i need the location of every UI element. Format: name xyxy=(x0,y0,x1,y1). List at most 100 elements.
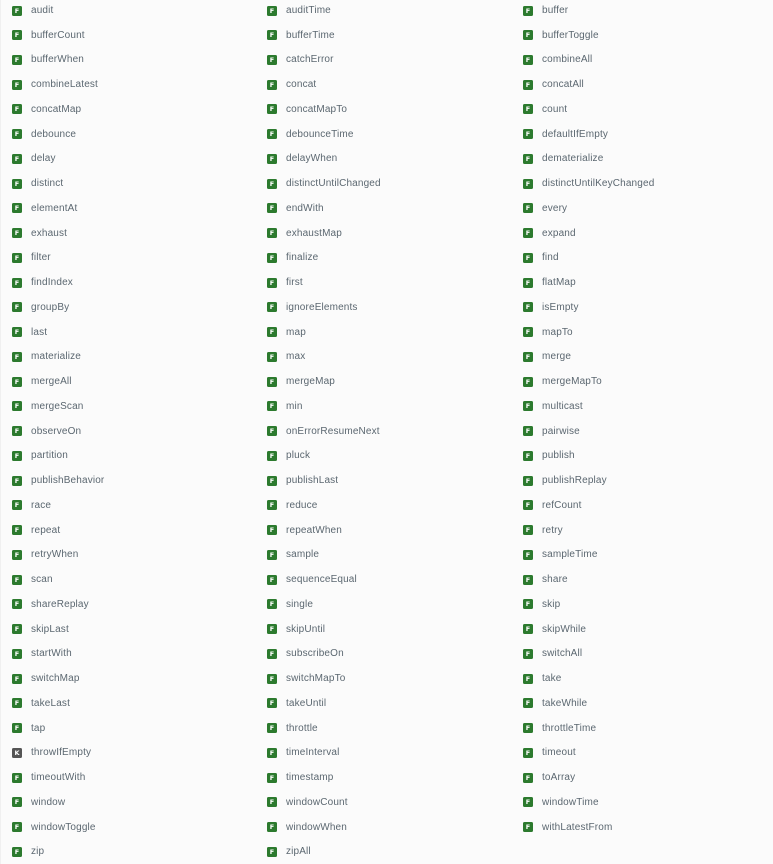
api-item-bufferToggle[interactable]: FbufferToggle xyxy=(512,23,767,48)
api-item-switchMap[interactable]: FswitchMap xyxy=(1,666,256,691)
api-item-windowCount[interactable]: FwindowCount xyxy=(256,790,511,815)
api-item-distinctUntilChanged[interactable]: FdistinctUntilChanged xyxy=(256,171,511,196)
api-item-delayWhen[interactable]: FdelayWhen xyxy=(256,147,511,172)
api-item-buffer[interactable]: Fbuffer xyxy=(512,0,767,23)
api-item-retryWhen[interactable]: FretryWhen xyxy=(1,543,256,568)
api-item-bufferWhen[interactable]: FbufferWhen xyxy=(1,48,256,73)
api-item-flatMap[interactable]: FflatMap xyxy=(512,270,767,295)
api-item-tap[interactable]: Ftap xyxy=(1,716,256,741)
api-item-finalize[interactable]: Ffinalize xyxy=(256,246,511,271)
api-item-distinctUntilKeyChanged[interactable]: FdistinctUntilKeyChanged xyxy=(512,171,767,196)
api-item-expand[interactable]: Fexpand xyxy=(512,221,767,246)
api-item-defaultIfEmpty[interactable]: FdefaultIfEmpty xyxy=(512,122,767,147)
api-item-distinct[interactable]: Fdistinct xyxy=(1,171,256,196)
api-item-publishReplay[interactable]: FpublishReplay xyxy=(512,468,767,493)
api-item-skipLast[interactable]: FskipLast xyxy=(1,617,256,642)
api-item-combineLatest[interactable]: FcombineLatest xyxy=(1,72,256,97)
api-item-dematerialize[interactable]: Fdematerialize xyxy=(512,147,767,172)
api-item-share[interactable]: Fshare xyxy=(512,567,767,592)
api-item-takeWhile[interactable]: FtakeWhile xyxy=(512,691,767,716)
api-item-mergeMap[interactable]: FmergeMap xyxy=(256,369,511,394)
api-item-windowToggle[interactable]: FwindowToggle xyxy=(1,815,256,840)
api-item-every[interactable]: Fevery xyxy=(512,196,767,221)
api-item-reduce[interactable]: Freduce xyxy=(256,493,511,518)
api-item-merge[interactable]: Fmerge xyxy=(512,345,767,370)
api-item-mergeScan[interactable]: FmergeScan xyxy=(1,394,256,419)
api-item-materialize[interactable]: Fmaterialize xyxy=(1,345,256,370)
api-item-isEmpty[interactable]: FisEmpty xyxy=(512,295,767,320)
api-item-multicast[interactable]: Fmulticast xyxy=(512,394,767,419)
api-item-exhaust[interactable]: Fexhaust xyxy=(1,221,256,246)
api-item-mapTo[interactable]: FmapTo xyxy=(512,320,767,345)
api-item-debounceTime[interactable]: FdebounceTime xyxy=(256,122,511,147)
api-item-zipAll[interactable]: FzipAll xyxy=(256,840,511,864)
api-item-switchAll[interactable]: FswitchAll xyxy=(512,642,767,667)
api-item-take[interactable]: Ftake xyxy=(512,666,767,691)
api-item-timestamp[interactable]: Ftimestamp xyxy=(256,765,511,790)
api-item-mergeAll[interactable]: FmergeAll xyxy=(1,369,256,394)
api-item-concatAll[interactable]: FconcatAll xyxy=(512,72,767,97)
api-item-sequenceEqual[interactable]: FsequenceEqual xyxy=(256,567,511,592)
api-item-map[interactable]: Fmap xyxy=(256,320,511,345)
api-item-refCount[interactable]: FrefCount xyxy=(512,493,767,518)
api-item-bufferCount[interactable]: FbufferCount xyxy=(1,23,256,48)
api-item-takeLast[interactable]: FtakeLast xyxy=(1,691,256,716)
api-item-onErrorResumeNext[interactable]: FonErrorResumeNext xyxy=(256,419,511,444)
api-item-startWith[interactable]: FstartWith xyxy=(1,642,256,667)
api-item-max[interactable]: Fmax xyxy=(256,345,511,370)
api-item-repeat[interactable]: Frepeat xyxy=(1,518,256,543)
api-item-retry[interactable]: Fretry xyxy=(512,518,767,543)
api-item-pairwise[interactable]: Fpairwise xyxy=(512,419,767,444)
api-item-catchError[interactable]: FcatchError xyxy=(256,48,511,73)
api-item-concatMap[interactable]: FconcatMap xyxy=(1,97,256,122)
api-item-endWith[interactable]: FendWith xyxy=(256,196,511,221)
api-item-audit[interactable]: Faudit xyxy=(1,0,256,23)
api-item-timeInterval[interactable]: FtimeInterval xyxy=(256,741,511,766)
api-item-exhaustMap[interactable]: FexhaustMap xyxy=(256,221,511,246)
api-item-publish[interactable]: Fpublish xyxy=(512,444,767,469)
api-item-sampleTime[interactable]: FsampleTime xyxy=(512,543,767,568)
api-item-skipWhile[interactable]: FskipWhile xyxy=(512,617,767,642)
api-item-ignoreElements[interactable]: FignoreElements xyxy=(256,295,511,320)
api-item-auditTime[interactable]: FauditTime xyxy=(256,0,511,23)
api-item-sample[interactable]: Fsample xyxy=(256,543,511,568)
api-item-concatMapTo[interactable]: FconcatMapTo xyxy=(256,97,511,122)
api-item-windowTime[interactable]: FwindowTime xyxy=(512,790,767,815)
api-item-elementAt[interactable]: FelementAt xyxy=(1,196,256,221)
api-item-timeout[interactable]: Ftimeout xyxy=(512,741,767,766)
api-item-throttle[interactable]: Fthrottle xyxy=(256,716,511,741)
api-item-timeoutWith[interactable]: FtimeoutWith xyxy=(1,765,256,790)
api-item-throttleTime[interactable]: FthrottleTime xyxy=(512,716,767,741)
api-item-delay[interactable]: Fdelay xyxy=(1,147,256,172)
api-item-min[interactable]: Fmin xyxy=(256,394,511,419)
api-item-pluck[interactable]: Fpluck xyxy=(256,444,511,469)
api-item-count[interactable]: Fcount xyxy=(512,97,767,122)
api-item-mergeMapTo[interactable]: FmergeMapTo xyxy=(512,369,767,394)
api-item-last[interactable]: Flast xyxy=(1,320,256,345)
api-item-race[interactable]: Frace xyxy=(1,493,256,518)
api-item-bufferTime[interactable]: FbufferTime xyxy=(256,23,511,48)
api-item-scan[interactable]: Fscan xyxy=(1,567,256,592)
api-item-throwIfEmpty[interactable]: KthrowIfEmpty xyxy=(1,741,256,766)
api-item-first[interactable]: Ffirst xyxy=(256,270,511,295)
api-item-toArray[interactable]: FtoArray xyxy=(512,765,767,790)
api-item-skip[interactable]: Fskip xyxy=(512,592,767,617)
api-item-withLatestFrom[interactable]: FwithLatestFrom xyxy=(512,815,767,840)
api-item-groupBy[interactable]: FgroupBy xyxy=(1,295,256,320)
api-item-subscribeOn[interactable]: FsubscribeOn xyxy=(256,642,511,667)
api-item-zip[interactable]: Fzip xyxy=(1,840,256,864)
api-item-publishBehavior[interactable]: FpublishBehavior xyxy=(1,468,256,493)
api-item-find[interactable]: Ffind xyxy=(512,246,767,271)
api-item-repeatWhen[interactable]: FrepeatWhen xyxy=(256,518,511,543)
api-item-windowWhen[interactable]: FwindowWhen xyxy=(256,815,511,840)
api-item-switchMapTo[interactable]: FswitchMapTo xyxy=(256,666,511,691)
api-item-publishLast[interactable]: FpublishLast xyxy=(256,468,511,493)
api-item-partition[interactable]: Fpartition xyxy=(1,444,256,469)
api-item-combineAll[interactable]: FcombineAll xyxy=(512,48,767,73)
api-item-takeUntil[interactable]: FtakeUntil xyxy=(256,691,511,716)
api-item-debounce[interactable]: Fdebounce xyxy=(1,122,256,147)
api-item-concat[interactable]: Fconcat xyxy=(256,72,511,97)
api-item-findIndex[interactable]: FfindIndex xyxy=(1,270,256,295)
api-item-window[interactable]: Fwindow xyxy=(1,790,256,815)
api-item-single[interactable]: Fsingle xyxy=(256,592,511,617)
